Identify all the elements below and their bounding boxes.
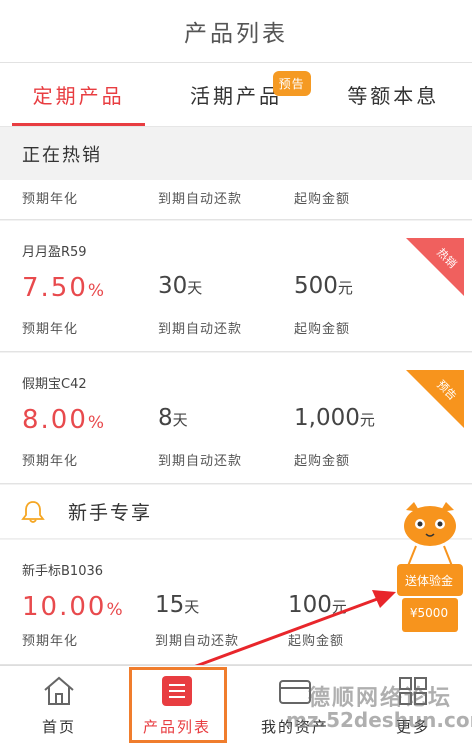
nav-label: 更多 — [395, 718, 430, 736]
nav-more[interactable]: 更多 — [354, 666, 472, 745]
product-rate: 10.00% — [22, 592, 125, 622]
tab-fixed-products[interactable]: 定期产品 — [0, 63, 157, 126]
nav-label: 我的资产 — [260, 718, 329, 736]
tab-label: 等额本息 — [347, 84, 440, 108]
list-icon — [160, 674, 194, 708]
product-term: 8天 — [158, 405, 188, 431]
page-title: 产品列表 — [184, 21, 288, 47]
product-rate: 8.00% — [22, 405, 107, 435]
promo-text: 送体验金 — [404, 574, 453, 588]
grid-icon — [396, 674, 430, 708]
min-label: 起购金额 — [294, 192, 351, 207]
nav-home[interactable]: 首页 — [0, 666, 118, 745]
tab-current-products[interactable]: 活期产品 预告 — [157, 63, 314, 126]
product-rate: 7.50% — [22, 273, 107, 303]
product-card[interactable]: 月月盈R59 7.50% 30天 500元 预期年化 到期自动还款 起购金额 热… — [0, 221, 472, 352]
experience-gold-promo[interactable]: 送体验金 ¥5000 — [396, 502, 464, 638]
min-label: 起购金额 — [288, 634, 345, 649]
product-min-amount: 1,000元 — [294, 405, 375, 431]
nav-label: 产品列表 — [142, 718, 211, 736]
preview-badge: 预告 — [272, 71, 311, 96]
nav-product-list[interactable]: 产品列表 — [118, 666, 236, 745]
product-name: 新手标B1036 — [22, 564, 104, 579]
min-label: 起购金额 — [294, 454, 351, 469]
min-label: 起购金额 — [294, 322, 351, 337]
section-title: 正在热销 — [22, 145, 102, 166]
product-name: 假期宝C42 — [22, 377, 87, 392]
rate-label: 预期年化 — [22, 634, 79, 649]
product-term: 30天 — [158, 273, 203, 299]
term-label: 到期自动还款 — [158, 454, 243, 469]
preview-ribbon: 预告 — [406, 370, 464, 428]
nav-label: 首页 — [41, 718, 76, 736]
wallet-icon — [278, 674, 312, 708]
product-card-partial[interactable]: 预期年化 到期自动还款 起购金额 — [0, 180, 472, 220]
nav-my-assets[interactable]: 我的资产 — [236, 666, 354, 745]
product-tabs: 定期产品 活期产品 预告 等额本息 — [0, 63, 472, 127]
hot-sale-ribbon: 热销 — [406, 238, 464, 296]
section-hot-sale-header: 正在热销 — [0, 128, 472, 180]
title-bar: 产品列表 — [0, 0, 472, 63]
promo-amount: ¥5000 — [409, 606, 449, 620]
product-name: 月月盈R59 — [22, 245, 87, 260]
term-label: 到期自动还款 — [155, 634, 240, 649]
tab-equal-installment[interactable]: 等额本息 — [315, 63, 472, 126]
product-min-amount: 500元 — [294, 273, 353, 299]
term-label: 到期自动还款 — [158, 192, 243, 207]
rate-label: 预期年化 — [22, 454, 79, 469]
newbie-title: 新手专享 — [68, 502, 153, 524]
term-label: 到期自动还款 — [158, 322, 243, 337]
bell-icon — [21, 500, 45, 523]
bottom-nav: 首页 产品列表 我的资产 更多 — [0, 665, 472, 745]
product-card[interactable]: 假期宝C42 8.00% 8天 1,000元 预期年化 到期自动还款 起购金额 … — [0, 353, 472, 484]
product-min-amount: 100元 — [288, 592, 347, 618]
rate-label: 预期年化 — [22, 322, 79, 337]
tab-label: 定期产品 — [32, 84, 125, 108]
rate-label: 预期年化 — [22, 192, 79, 207]
home-icon — [42, 674, 76, 708]
product-term: 15天 — [155, 592, 200, 618]
tab-label: 活期产品 — [189, 84, 282, 108]
